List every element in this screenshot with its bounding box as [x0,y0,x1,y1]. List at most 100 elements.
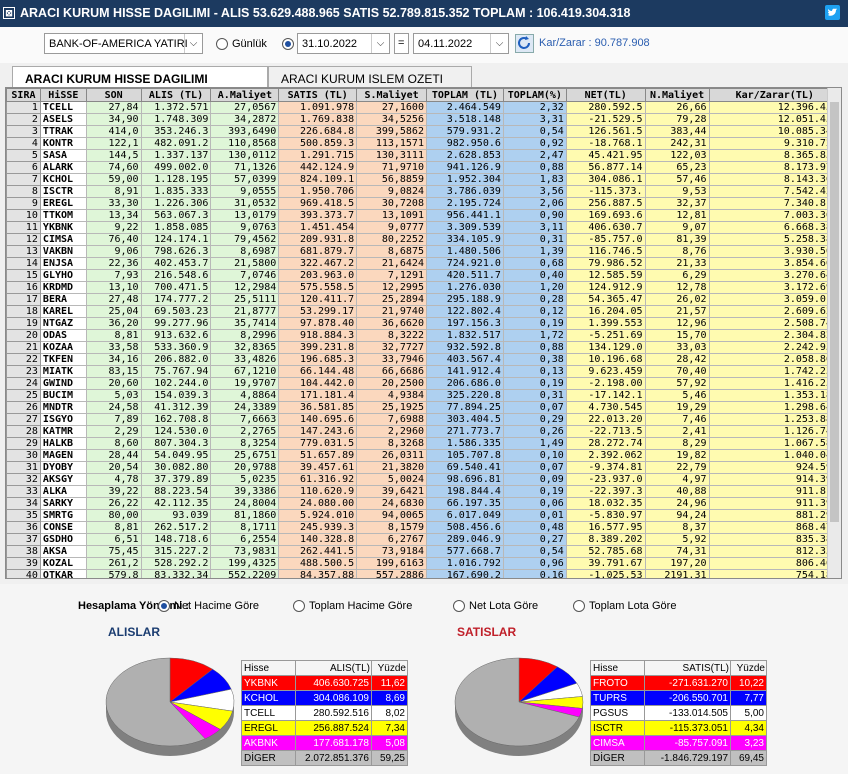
table-cell: 8,3222 [356,329,427,342]
table-cell: 2 [6,113,41,126]
column-header[interactable]: SON [85,88,142,102]
table-cell: 403.567.4 [425,353,504,366]
table-row[interactable]: 4 KONTR 122,1 482.091.2 110,8568 500.859.3 113… [6,137,841,150]
date-from-picker[interactable]: 31.10.2022 ⌵ [297,33,390,54]
table-cell: 1.226.306 [140,197,212,210]
table-row[interactable]: 6 ALARK 74,60 499.002.0 71,1326 442.124.9 71,9… [6,161,841,174]
column-header[interactable]: N.Maliyet [644,88,710,102]
table-row[interactable]: 36 CONSE 8,81 262.517.2 8,1711 245.939.3 8,157… [6,521,841,534]
scrollbar-thumb[interactable] [830,102,839,522]
table-cell: 21,8777 [210,305,280,318]
column-header[interactable]: HiSSE [39,88,87,102]
twitter-icon[interactable] [825,5,840,20]
table-row[interactable]: 9 EREGL 33,30 1.226.306 31,0532 969.418.5 30,7… [6,197,841,210]
column-header[interactable]: A.Maliyet [210,88,280,102]
table-cell: 724.921.0 [425,257,504,270]
table-row[interactable]: 27 ISGYO 7,89 162.708.8 7,6663 140.695.6 7,698… [6,413,841,426]
table-row[interactable]: 8 ISCTR 8,91 1.835.333 9,0555 1.950.706 9,0824… [6,185,841,198]
net-volume-radio[interactable] [158,600,170,612]
table-cell: 353.246.3 [140,125,212,138]
table-row[interactable]: 10 TTKOM 13,34 563.067.3 13,0179 393.373.7 13,… [6,209,841,222]
tab-strip: ARACI KURUM HISSE DAGILIMI ARACI KURUM I… [0,63,848,88]
tab-hisse-dagilimi[interactable]: ARACI KURUM HISSE DAGILIMI [12,66,268,88]
table-cell: 3.059.013 [708,293,841,306]
table-cell: 8,1711 [210,521,280,534]
table-cell: 414,0 [85,125,142,138]
table-row[interactable]: 37 GSDHO 6,51 148.718.6 6,2554 140.328.8 6,276… [6,533,841,546]
table-cell: 45.421.95 [565,149,646,162]
column-header[interactable]: SIRA [6,88,41,102]
equals-button[interactable]: = [394,33,409,54]
table-row[interactable]: 5 SASA 144,5 1.337.137 130,0112 1.291.715 130,… [6,149,841,162]
table-row[interactable]: 21 KOZAA 33,58 533.360.9 32,8365 399.231.8 32,… [6,341,841,354]
table-cell: 5,03 [85,389,142,402]
table-row[interactable]: 33 ALKA 39,22 88.223.54 39,3386 110.620.9 39,6… [6,485,841,498]
chevron-down-icon[interactable]: ⌵ [184,34,202,53]
table-row[interactable]: 20 ODAS 8,81 913.632.6 8,2996 918.884.3 8,3222… [6,329,841,342]
column-header[interactable]: S.Maliyet [356,88,427,102]
table-row[interactable]: 3 TTRAK 414,0 353.246.3 393,6490 226.684.8 399… [6,125,841,138]
table-row[interactable]: 23 MIATK 83,15 75.767.94 67,1210 66.144.48 66,… [6,365,841,378]
table-row[interactable]: 34 SARKY 26,22 42.112.35 24,8004 24.080.00 24,… [6,497,841,510]
table-row[interactable]: 24 GWIND 20,60 102.244.0 19,9707 104.442.0 20,… [6,377,841,390]
sells-table: Hisse SATIS(TL) Yüzde FROTO -271.631.270 10,2… [590,660,767,766]
table-cell: 19,9707 [210,377,280,390]
table-row[interactable]: 35 SMRTG 80,00 93.039 81,1860 5.924.010 94,006… [6,509,841,522]
table-row[interactable]: 39 KOZAL 261,2 528.292.2 199,4325 488.500.5 19… [6,557,841,570]
table-cell: 28,42 [644,353,710,366]
date-to-picker[interactable]: 04.11.2022 ⌵ [413,33,509,54]
table-row[interactable]: 30 MAGEN 28,44 54.049.95 25,6751 51.657.89 26,… [6,449,841,462]
table-row[interactable]: 25 BUCIM 5,03 154.039.3 4,8864 171.181.4 4,938… [6,389,841,402]
table-row[interactable]: 40 OTKAR 579,8 83.332.34 552,2209 84.357.88 55… [6,569,841,578]
date-range-radio[interactable] [282,38,294,50]
table-cell: 15 [6,269,41,282]
table-cell: SASA [39,149,87,162]
chevron-down-icon[interactable]: ⌵ [490,34,508,53]
table-row[interactable]: 18 KAREL 25,04 69.503.23 21,8777 53.299.17 21,… [6,305,841,318]
daily-radio[interactable] [216,38,228,50]
tab-islem-ozeti[interactable]: ARACI KURUM ISLEM OZETI [268,66,472,87]
table-row[interactable]: 38 AKSA 75,45 315.227.2 73,9831 262.441.5 73,9… [6,545,841,558]
table-cell: 25 [6,389,41,402]
table-row[interactable]: 31 DYOBY 20,54 30.082.80 20,9788 39.457.61 21,… [6,461,841,474]
chevron-down-icon[interactable]: ⌵ [371,34,389,53]
table-row[interactable]: 19 NTGAZ 36,20 99.277.96 35,7414 97.878.40 36,… [6,317,841,330]
net-lot-radio[interactable] [453,600,465,612]
column-header[interactable]: ALIS (TL) [140,88,212,102]
table-row[interactable]: 13 VAKBN 9,06 798.626.3 8,6987 681.879.7 8,687… [6,245,841,258]
column-header[interactable]: SATIS (TL) [278,88,358,102]
mini-cell-pct: 7,34 [371,720,408,736]
table-row[interactable]: 32 AKSGY 4,78 37.379.89 5,0235 61.316.92 5,002… [6,473,841,486]
table-row[interactable]: 14 ENJSA 22,36 402.453.7 21,5800 322.467.2 21,… [6,257,841,270]
column-header[interactable]: NET(TL) [565,88,646,102]
table-cell: 0,40 [502,269,567,282]
refresh-button[interactable] [515,34,534,53]
table-row[interactable]: 15 GLYHO 7,93 216.548.6 7,0746 203.963.0 7,129… [6,269,841,282]
date-to-value: 04.11.2022 [418,38,473,50]
column-header[interactable]: TOPLAM (TL) [425,88,504,102]
column-header[interactable]: TOPLAM(%) [502,88,567,102]
table-cell: 77.894.25 [425,401,504,414]
broker-stock-grid[interactable]: SIRA HiSSE SON ALIS (TL) A.Maliyet SATIS (TL)… [5,87,842,579]
total-volume-radio[interactable] [293,600,305,612]
vertical-scrollbar[interactable] [827,88,841,578]
table-row[interactable]: 1 TCELL 27,84 1.372.571 27,0567 1.091.978 27,1… [6,101,841,114]
table-cell: 9.623.459 [565,365,646,378]
table-row[interactable]: 22 TKFEN 34,16 206.882.0 33,4826 196.685.3 33,… [6,353,841,366]
total-lot-radio[interactable] [573,600,585,612]
table-row[interactable]: 2 ASELS 34,90 1.748.309 34,2872 1.769.838 34,5… [6,113,841,126]
table-row[interactable]: 17 BERA 27,48 174.777.2 25,5111 120.411.7 25,2… [6,293,841,306]
table-cell: 0,31 [502,389,567,402]
system-menu-icon[interactable]: ⊠ [3,7,15,19]
table-cell: 39,3386 [210,485,280,498]
table-row[interactable]: 29 HALKB 8,60 807.304.3 8,3254 779.031.5 8,326… [6,437,841,450]
table-row[interactable]: 28 KATMR 2,29 124.530.0 2,2765 147.243.6 2,296… [6,425,841,438]
column-header[interactable]: Kar/Zarar(TL) [708,88,841,102]
table-row[interactable]: 26 MNDTR 24,58 41.312.39 24,3389 36.581.85 25,… [6,401,841,414]
table-row[interactable]: 11 YKBNK 9,22 1.858.085 9,0763 1.451.454 9,077… [6,221,841,234]
table-row[interactable]: 7 KCHOL 59,00 1.128.195 57,0399 824.109.1 56,8… [6,173,841,186]
table-row[interactable]: 12 CIMSA 76,40 124.174.1 79,4562 209.931.8 80,… [6,233,841,246]
table-cell: 8,6875 [356,245,427,258]
table-row[interactable]: 16 KRDMD 13,10 700.471.5 12,2984 575.558.5 12,… [6,281,841,294]
broker-select[interactable]: BANK-OF-AMERICA YATIRIM ⌵ [44,33,203,54]
